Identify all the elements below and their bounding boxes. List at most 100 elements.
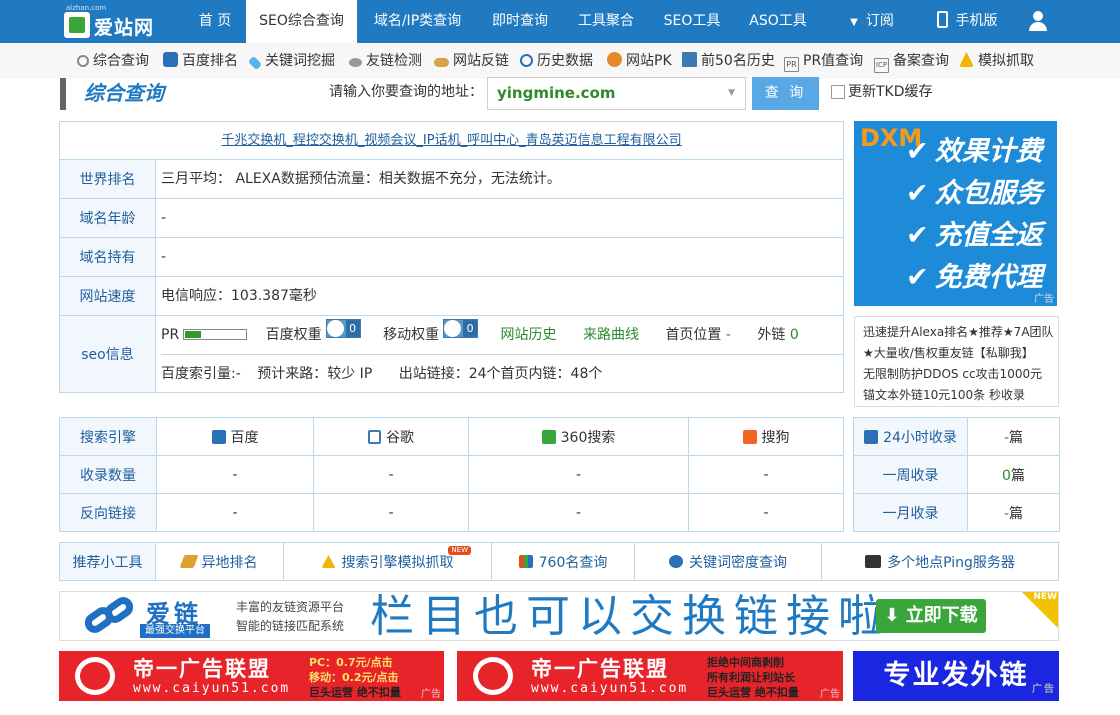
- nav-subscribe[interactable]: ▼ 订阅: [832, 0, 912, 43]
- subnav-item[interactable]: 前50名历史: [682, 43, 775, 79]
- ad-tag: 广告: [1034, 294, 1054, 305]
- text-ad-link[interactable]: 无限制防护DDOS cc攻击1000元: [863, 364, 1058, 385]
- domain-input[interactable]: yingmine.com ▼: [487, 77, 746, 110]
- nav-tools[interactable]: 工具聚合: [566, 0, 646, 43]
- subnav-item[interactable]: 友链检测: [349, 43, 422, 79]
- tool-link[interactable]: 关键词密度查询: [635, 543, 822, 580]
- nav-domain[interactable]: 域名/IP类查询: [362, 0, 473, 43]
- user-icon[interactable]: [1028, 11, 1048, 31]
- row-label: 搜索引擎: [59, 417, 157, 456]
- row-label: 24小时收录: [853, 417, 968, 456]
- ad-details: PC：0.7元/点击 移动：0.2元/点击 巨头运营 绝不扣量: [309, 656, 401, 699]
- nav-mobile-label: 手机版: [955, 13, 998, 29]
- search-icon: [77, 55, 89, 67]
- pr-label: PR: [161, 327, 180, 343]
- route-curve-link[interactable]: 来路曲线: [583, 327, 639, 343]
- nav-home[interactable]: 首 页: [184, 0, 246, 43]
- home-pos-label: 首页位置: [665, 327, 722, 343]
- table-cell: -篇: [967, 493, 1060, 532]
- subnav-item[interactable]: 关键词挖掘: [247, 43, 335, 79]
- subnav-item[interactable]: 综合查询: [77, 43, 149, 79]
- spider-icon: [959, 52, 974, 67]
- handshake-icon: [179, 555, 198, 568]
- table-row: 一月收录 -篇: [853, 493, 1060, 532]
- table-row: 网站速度 电信响应：103.387毫秒: [60, 277, 843, 316]
- external-label: 外链: [757, 327, 786, 343]
- top-nav: aizhan.com 爱站网 首 页 SEO综合查询 域名/IP类查询 即时查询…: [0, 0, 1120, 43]
- new-corner-badge: NEW: [1022, 592, 1058, 630]
- nav-seo[interactable]: SEO综合查询: [246, 0, 357, 43]
- table-cell: -: [156, 493, 314, 532]
- row-label: seo信息: [60, 316, 156, 392]
- nav-aso[interactable]: ASO工具: [738, 0, 818, 43]
- subnav-item[interactable]: 网站反链: [434, 43, 509, 79]
- table-row: 一周收录 0篇: [853, 455, 1060, 494]
- domain-input-value: yingmine.com: [497, 84, 616, 102]
- phone-icon: [936, 11, 948, 28]
- logo-domain: aizhan.com: [66, 4, 107, 12]
- subnav-item[interactable]: ICP 备案查询: [874, 43, 949, 79]
- ad-external-links[interactable]: 专业发外链 广告: [853, 651, 1059, 701]
- subnav-item[interactable]: 网站PK: [607, 43, 672, 79]
- nav-seotools[interactable]: SEO工具: [652, 0, 732, 43]
- baidu-weight-badge[interactable]: 0: [325, 319, 361, 338]
- row-value: 电信响应：103.387毫秒: [161, 288, 317, 304]
- tool-link[interactable]: 搜索引擎模拟抓取 NEW: [284, 543, 492, 580]
- tools-label: 推荐小工具: [60, 543, 156, 580]
- caiyun-logo-icon: [75, 657, 115, 695]
- engine-360: 360搜索: [468, 417, 689, 456]
- subnav-item[interactable]: 模拟抓取: [959, 43, 1034, 79]
- table-cell: -: [313, 493, 469, 532]
- tool-link[interactable]: 异地排名: [156, 543, 284, 580]
- tkd-checkbox[interactable]: [831, 85, 845, 99]
- logo-name: 爱站网: [94, 17, 155, 39]
- table-cell: -: [688, 455, 844, 494]
- paw-icon: [444, 320, 462, 337]
- engine-baidu: 百度: [156, 417, 314, 456]
- ad-dxm[interactable]: DXM ✔ 效果计费 ✔ 众包服务 ✔ 充值全返 ✔ 免费代理 广告: [854, 121, 1057, 306]
- query-button[interactable]: 查 询: [752, 77, 819, 110]
- banner-sub: 最强交换平台: [140, 624, 210, 638]
- ad-headline: 专业发外链: [883, 660, 1029, 691]
- table-cell: -: [468, 493, 689, 532]
- subnav-label: 友链检测: [366, 53, 422, 69]
- sub-nav: 综合查询 百度排名 关键词挖掘 友链检测 网站反链 历史数据 网站PK 前50名…: [0, 43, 1120, 79]
- chevron-down-icon[interactable]: ▼: [728, 78, 735, 109]
- banner-headline: 栏目也可以交换链接啦!: [370, 591, 916, 641]
- subnav-label: PR值查询: [803, 53, 864, 69]
- table-cell: -篇: [967, 417, 1060, 456]
- text-ad-link[interactable]: 迅速提升Alexa排名★推荐★7A团队: [863, 322, 1058, 343]
- text-ad-link[interactable]: 锚文本外链10元100条 秒收录: [863, 385, 1058, 406]
- ad-caiyun-2[interactable]: 帝一广告联盟 www.caiyun51.com 拒绝中间商剥削 所有利润让利站长…: [457, 651, 843, 701]
- table-cell: -: [688, 493, 844, 532]
- table-row: 域名年龄 -: [60, 199, 843, 238]
- ad-brand: 帝一广告联盟: [133, 657, 271, 681]
- row-value: 三月平均： ALEXA数据预估流量：相关数据不充分，无法统计。: [161, 171, 561, 187]
- tool-link[interactable]: 多个地点Ping服务器: [822, 543, 1058, 580]
- nav-mobile[interactable]: 手机版: [922, 0, 1012, 43]
- pr-bar: [183, 329, 248, 340]
- ad-lines: ✔ 效果计费 ✔ 众包服务 ✔ 充值全返 ✔ 免费代理: [906, 131, 1043, 299]
- nav-instant[interactable]: 即时查询: [480, 0, 560, 43]
- seo-line-1: PR 百度权重 0 移动权重 0 网站历史 来路曲线 首页位置 - 外链 0: [161, 316, 843, 354]
- subnav-item[interactable]: 历史数据: [520, 43, 593, 79]
- tool-link[interactable]: 760名查询: [492, 543, 635, 580]
- download-button[interactable]: ⬇ 立即下载: [876, 599, 986, 633]
- text-ad-link[interactable]: ★大量收/售权重友链【私聊我】: [863, 343, 1058, 364]
- site-logo[interactable]: aizhan.com 爱站网: [64, 4, 164, 39]
- mobile-weight-badge[interactable]: 0: [443, 319, 479, 338]
- check-icon: ✔: [906, 220, 929, 251]
- subnav-item[interactable]: PR PR值查询: [784, 43, 863, 79]
- site-history-link[interactable]: 网站历史: [501, 327, 557, 343]
- subnav-item[interactable]: 百度排名: [163, 43, 238, 79]
- ailian-banner[interactable]: 爱链 最强交换平台 丰富的友链资源平台 智能的链接匹配系统 栏目也可以交换链接啦!…: [59, 591, 1059, 641]
- ad-line: 众包服务: [934, 178, 1043, 209]
- ad-url: www.caiyun51.com: [133, 681, 291, 696]
- link-icon: [349, 58, 362, 67]
- logo-icon: [64, 12, 90, 38]
- ad-caiyun-1[interactable]: 帝一广告联盟 www.caiyun51.com PC：0.7元/点击 移动：0.…: [59, 651, 444, 701]
- spider-icon: [321, 555, 336, 568]
- row-label: 域名年龄: [60, 199, 156, 237]
- baidu-weight-label: 百度权重: [265, 327, 322, 343]
- site-title-link[interactable]: 千兆交换机_程控交换机_视频会议_IP话机_呼叫中心_青岛英迈信息工程有限公司: [60, 122, 843, 160]
